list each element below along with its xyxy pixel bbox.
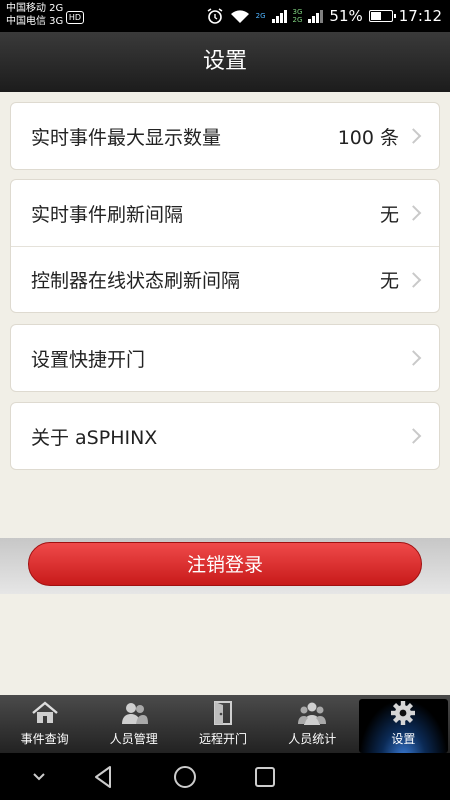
- battery-percent: 51%: [329, 7, 363, 25]
- setting-row-quick-open[interactable]: 设置快捷开门: [11, 325, 439, 391]
- recents-icon[interactable]: [251, 763, 279, 791]
- chevron-right-icon: [405, 205, 422, 221]
- tab-label: 人员统计: [288, 732, 337, 746]
- net-2g-tag: 2G: [255, 12, 266, 20]
- setting-row-max-events[interactable]: 实时事件最大显示数量 100 条: [11, 103, 439, 169]
- setting-value: 无: [379, 270, 399, 292]
- setting-label: 实时事件最大显示数量: [31, 126, 222, 149]
- setting-value: 无: [379, 203, 399, 226]
- chevron-right-icon: [405, 271, 422, 288]
- tab-settings[interactable]: 设置: [358, 699, 449, 753]
- title-bar: 设置: [0, 32, 450, 92]
- bottom-tab-bar: 事件查询 人员管理 远程开门 人员统计 设置: [0, 695, 450, 753]
- tab-people-manage[interactable]: 人员管理: [89, 695, 178, 753]
- alarm-clock-icon: [207, 8, 223, 24]
- tab-people-stats[interactable]: 人员统计: [268, 695, 357, 753]
- people-icon: [121, 703, 148, 724]
- home-circle-icon[interactable]: [171, 763, 199, 791]
- signal-icon-1: [271, 9, 287, 23]
- gear-icon: [391, 701, 416, 725]
- system-nav-bar: [0, 753, 450, 800]
- battery-icon: [368, 10, 396, 22]
- chevron-right-icon: [405, 428, 422, 444]
- setting-row-event-refresh[interactable]: 实时事件刷新间隔 无: [11, 180, 439, 246]
- tab-remote-open[interactable]: 远程开门: [178, 695, 267, 753]
- hd-badge: HD: [66, 11, 84, 24]
- chevron-right-icon: [405, 350, 422, 366]
- page-title: 设置: [202, 49, 247, 74]
- setting-label: 控制器在线状态刷新间隔: [31, 270, 241, 292]
- chevron-right-icon: [405, 128, 422, 144]
- tab-event-query[interactable]: 事件查询: [0, 695, 89, 753]
- settings-group-quick-open: 设置快捷开门: [10, 324, 440, 392]
- tab-label: 设置: [391, 732, 416, 746]
- setting-row-controller-refresh[interactable]: 控制器在线状态刷新间隔 无: [11, 246, 439, 312]
- tab-label: 事件查询: [20, 732, 69, 746]
- net-3g-2g-tag: 3G 2G: [292, 8, 303, 24]
- setting-value: 100 条: [337, 126, 399, 149]
- setting-row-about[interactable]: 关于 aSPHINX: [11, 403, 439, 469]
- setting-label: 设置快捷开门: [31, 348, 146, 371]
- settings-group-about: 关于 aSPHINX: [10, 402, 440, 470]
- settings-group-display: 实时事件最大显示数量 100 条: [10, 102, 440, 170]
- home-icon: [31, 701, 58, 723]
- door-icon: [214, 701, 232, 725]
- carrier-1: 中国移动 2G: [6, 3, 64, 14]
- group-icon: [298, 702, 327, 725]
- settings-group-refresh: 实时事件刷新间隔 无 控制器在线状态刷新间隔 无: [10, 179, 440, 313]
- tab-label: 人员管理: [109, 732, 158, 746]
- wifi-icon: [230, 10, 249, 23]
- clock: 17:12: [398, 7, 442, 25]
- signal-icon-2: [308, 9, 324, 23]
- setting-label: 关于 aSPHINX: [31, 426, 158, 449]
- status-bar: 中国移动 2G 中国电信 3G HD 2G 3G 2G 51% 17:12: [0, 0, 450, 32]
- back-icon[interactable]: [90, 763, 118, 791]
- carrier-2: 中国电信 3G: [6, 16, 64, 27]
- logout-button[interactable]: 注销登录: [28, 542, 422, 586]
- setting-label: 实时事件刷新间隔: [31, 203, 184, 226]
- tab-label: 远程开门: [199, 732, 248, 746]
- status-icons: 2G 3G 2G 51% 17:12: [206, 0, 442, 32]
- chevron-down-icon[interactable]: [25, 763, 53, 791]
- logout-band: 注销登录: [0, 538, 450, 594]
